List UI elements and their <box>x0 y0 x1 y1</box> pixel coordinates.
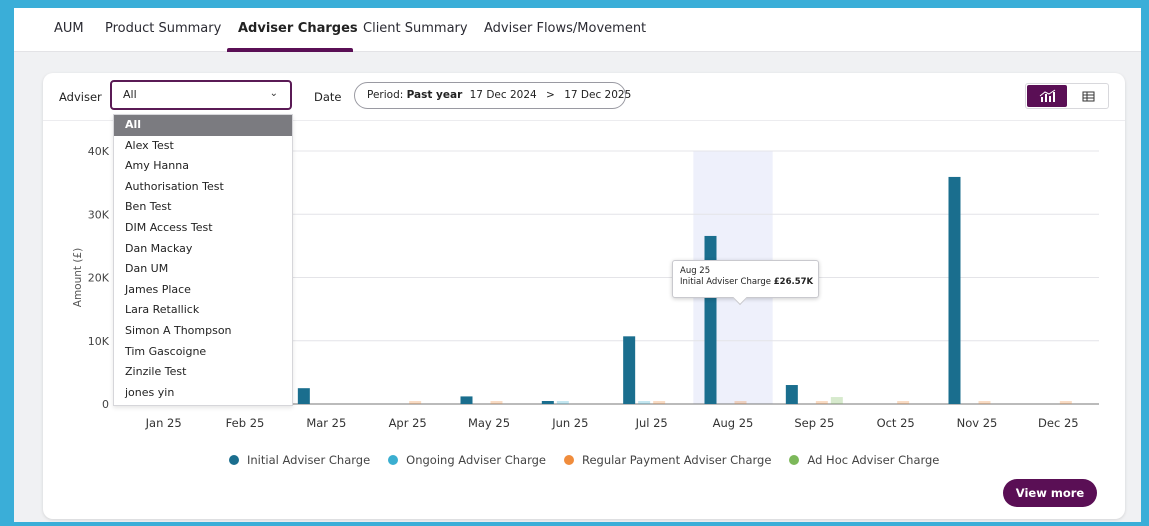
y-tick-label: 40K <box>88 145 110 158</box>
adviser-option[interactable]: Ben Test <box>114 197 292 218</box>
adviser-dropdown-menu: All Alex Test Amy Hanna Authorisation Test B… <box>113 114 293 406</box>
adviser-select[interactable]: All ⌄ <box>110 80 292 110</box>
adviser-option[interactable]: Tim Gascoigne <box>114 342 292 363</box>
adviser-option[interactable]: Authorisation Test <box>114 177 292 198</box>
x-tick-label: Feb 25 <box>226 416 265 430</box>
y-tick-label: 0 <box>102 398 109 411</box>
tab-bar: AUM Product Summary Adviser Charges Clie… <box>14 8 1141 52</box>
adviser-option[interactable]: Lara Retallick <box>114 300 292 321</box>
x-tick-label: Sep 25 <box>794 416 834 430</box>
bar-initial-adviser-charge <box>460 396 473 404</box>
tooltip-value: £26.57K <box>773 277 814 287</box>
adviser-option[interactable]: All <box>114 115 292 136</box>
view-more-button[interactable]: View more <box>1003 479 1097 507</box>
tab-aum[interactable]: AUM <box>54 21 84 36</box>
tab-adviser-flows-movement[interactable]: Adviser Flows/Movement <box>484 21 646 36</box>
legend-dot-ongoing <box>388 455 399 465</box>
table-icon <box>1082 91 1095 102</box>
bar-regular-payment-adviser-charge <box>815 401 828 404</box>
legend-label-regular: Regular Payment Adviser Charge <box>581 453 772 467</box>
legend-dot-initial <box>229 455 239 465</box>
chart-tooltip: Aug 25 Initial Adviser Charge £26.57K <box>672 260 819 306</box>
period-range-separator: > <box>546 89 555 101</box>
period-value: Past year <box>406 89 463 101</box>
bar-ad-hoc-adviser-charge <box>830 397 843 404</box>
bar-ongoing-adviser-charge <box>556 401 569 404</box>
active-tab-indicator <box>227 48 353 52</box>
bar-initial-adviser-charge <box>297 388 310 404</box>
adviser-option[interactable]: jones yin <box>114 383 292 404</box>
adviser-option[interactable]: Simon A Thompson <box>114 321 292 342</box>
period-end-date: 17 Dec 2025 <box>564 89 632 101</box>
date-filter-label: Date <box>314 90 342 104</box>
bar-initial-adviser-charge <box>948 176 961 404</box>
x-tick-label: Nov 25 <box>957 416 998 430</box>
x-tick-label: Jul 25 <box>635 416 668 430</box>
x-tick-label: Mar 25 <box>306 416 346 430</box>
legend-label-ongoing: Ongoing Adviser Charge <box>406 453 546 467</box>
adviser-filter-label: Adviser <box>59 90 102 104</box>
legend-regular-payment-adviser-charge[interactable]: Regular Payment Adviser Charge <box>563 453 772 467</box>
x-tick-label: Jan 25 <box>145 416 182 430</box>
x-tick-label: Apr 25 <box>389 416 427 430</box>
x-tick-label: Jun 25 <box>551 416 588 430</box>
legend-label-adhoc: Ad Hoc Adviser Charge <box>807 453 940 467</box>
app-frame: AUM Product Summary Adviser Charges Clie… <box>14 8 1141 522</box>
adviser-option[interactable]: Dan UM <box>114 259 292 280</box>
adviser-select-value: All <box>123 88 137 101</box>
view-toggle <box>1025 83 1109 109</box>
period-start-date: 17 Dec 2024 <box>469 89 537 101</box>
bar-regular-payment-adviser-charge <box>734 401 747 404</box>
bar-initial-adviser-charge <box>785 385 798 404</box>
bar-initial-adviser-charge <box>541 401 554 404</box>
period-selector[interactable]: Period: Past year 17 Dec 2024 > 17 Dec 2… <box>354 82 631 109</box>
adviser-option[interactable]: Alex Test <box>114 136 292 157</box>
x-tick-label: Dec 25 <box>1038 416 1079 430</box>
bar-regular-payment-adviser-charge <box>897 401 910 404</box>
tab-client-summary[interactable]: Client Summary <box>363 21 468 36</box>
bar-regular-payment-adviser-charge <box>653 401 666 404</box>
y-tick-label: 10K <box>88 335 110 348</box>
adviser-option[interactable]: Dan Mackay <box>114 239 292 260</box>
legend-label-initial: Initial Adviser Charge <box>247 453 371 467</box>
x-tick-label: Oct 25 <box>877 416 915 430</box>
adviser-option[interactable]: DIM Access Test <box>114 218 292 239</box>
bar-initial-adviser-charge <box>623 336 636 404</box>
legend-dot-adhoc <box>789 455 800 465</box>
period-prefix: Period: <box>367 89 404 101</box>
y-axis-title: Amount (£) <box>72 248 84 307</box>
chart-view-button[interactable] <box>1027 85 1067 107</box>
tab-adviser-charges[interactable]: Adviser Charges <box>238 21 358 36</box>
bar-regular-payment-adviser-charge <box>490 401 503 404</box>
chevron-down-icon: ⌄ <box>269 88 278 99</box>
x-tick-label: Aug 25 <box>713 416 754 430</box>
y-tick-label: 30K <box>88 208 110 221</box>
legend-initial-adviser-charge[interactable]: Initial Adviser Charge <box>229 453 370 467</box>
tooltip-series-label: Initial Adviser Charge <box>680 277 772 287</box>
x-tick-label: May 25 <box>468 416 510 430</box>
y-tick-label: 20K <box>88 272 110 285</box>
bar-chart-icon <box>1039 89 1056 102</box>
bar-ongoing-adviser-charge <box>638 401 651 404</box>
adviser-option[interactable]: Zinzile Test <box>114 362 292 383</box>
table-view-button[interactable] <box>1068 85 1108 107</box>
tab-product-summary[interactable]: Product Summary <box>105 21 221 36</box>
legend-ongoing-adviser-charge[interactable]: Ongoing Adviser Charge <box>388 453 546 467</box>
legend-ad-hoc-adviser-charge[interactable]: Ad Hoc Adviser Charge <box>789 453 939 467</box>
adviser-option[interactable]: James Place <box>114 280 292 301</box>
tooltip-month: Aug 25 <box>680 266 711 276</box>
bar-regular-payment-adviser-charge <box>409 401 422 404</box>
legend-dot-regular <box>563 455 574 465</box>
bar-regular-payment-adviser-charge <box>1059 401 1072 404</box>
adviser-option[interactable]: Amy Hanna <box>114 156 292 177</box>
chart-legend: Initial Adviser Charge Ongoing Adviser C… <box>229 453 939 467</box>
bar-regular-payment-adviser-charge <box>978 401 991 404</box>
